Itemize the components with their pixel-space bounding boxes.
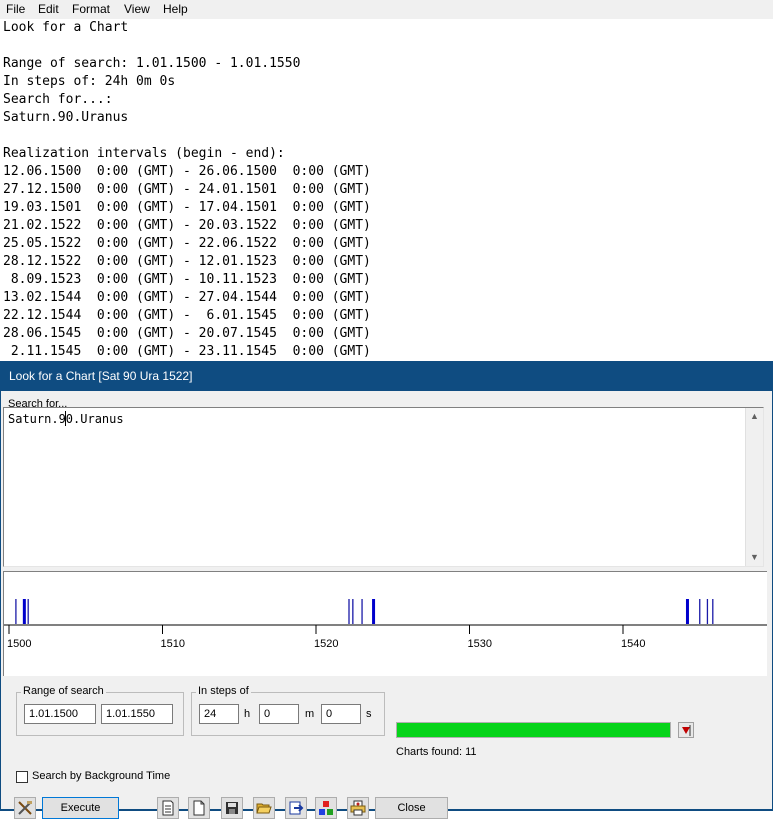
report-steps: In steps of: 24h 0m 0s: [3, 74, 176, 89]
background-time-label[interactable]: Search by Background Time: [32, 770, 170, 782]
timeline-tick-label: 1500: [7, 638, 31, 650]
timeline-tick-label: 1540: [621, 638, 645, 650]
search-progress-bar: [396, 722, 671, 738]
menu-bar: File Edit Format View Help: [0, 0, 773, 19]
report-interval: 2.11.1545 0:00 (GMT) - 23.11.1545 0:00 (…: [3, 344, 371, 359]
range-to-input[interactable]: 1.01.1550: [101, 704, 173, 724]
report-interval: 13.02.1544 0:00 (GMT) - 27.04.1544 0:00 …: [3, 290, 371, 305]
new-document-button[interactable]: [188, 797, 210, 819]
report-interval: 28.06.1545 0:00 (GMT) - 20.07.1545 0:00 …: [3, 326, 371, 341]
menu-view[interactable]: View: [124, 2, 150, 16]
range-from-input[interactable]: 1.01.1500: [24, 704, 96, 724]
dialog-title: Look for a Chart [Sat 90 Ura 1522]: [9, 369, 193, 383]
color-button[interactable]: [315, 797, 337, 819]
report-interval: 25.05.1522 0:00 (GMT) - 22.06.1522 0:00 …: [3, 236, 371, 251]
save-icon: [226, 802, 238, 814]
report-interval: 21.02.1522 0:00 (GMT) - 20.03.1522 0:00 …: [3, 218, 371, 233]
report-title: Look for a Chart: [3, 20, 129, 35]
progress-dropdown-button[interactable]: [678, 722, 694, 738]
report-intervals-header: Realization intervals (begin - end):: [3, 146, 285, 161]
timeline-chart: 1500 1510 1520 1530 1540: [3, 571, 767, 676]
report-interval: 19.03.1501 0:00 (GMT) - 17.04.1501 0:00 …: [3, 200, 371, 215]
close-button[interactable]: Close: [375, 797, 448, 819]
menu-file[interactable]: File: [6, 2, 25, 16]
menu-format[interactable]: Format: [72, 2, 110, 16]
report-range: Range of search: 1.01.1500 - 1.01.1550: [3, 56, 301, 71]
open-folder-button[interactable]: [253, 797, 275, 819]
minutes-unit: m: [305, 708, 315, 720]
look-for-chart-dialog: Look for a Chart [Sat 90 Ura 1522] Searc…: [0, 361, 773, 819]
report-button[interactable]: [157, 797, 179, 819]
export-button[interactable]: [285, 797, 307, 819]
hours-unit: h: [244, 708, 251, 720]
tools-button[interactable]: [14, 797, 36, 819]
print-icon: [350, 800, 366, 816]
text-caret: [65, 411, 66, 426]
background-time-checkbox[interactable]: [16, 771, 28, 783]
print-button[interactable]: [347, 797, 369, 819]
report-search-expr: Saturn.90.Uranus: [3, 110, 129, 125]
execute-button[interactable]: Execute: [42, 797, 119, 819]
seconds-unit: s: [366, 708, 372, 720]
report-interval: 8.09.1523 0:00 (GMT) - 10.11.1523 0:00 (…: [3, 272, 371, 287]
scroll-down-icon[interactable]: ▼: [746, 549, 763, 566]
steps-minutes-input[interactable]: 0: [259, 704, 299, 724]
dialog-title-bar[interactable]: Look for a Chart [Sat 90 Ura 1522]: [0, 361, 773, 391]
steps-hours-input[interactable]: 24: [199, 704, 239, 724]
report-search-for: Search for...:: [3, 92, 113, 107]
dialog-client: Search for... Saturn.90.Uranus ▲ ▼ 15001…: [1, 391, 772, 819]
report-text-area[interactable]: Look for a Chart Range of search: 1.01.1…: [3, 19, 773, 361]
menu-help[interactable]: Help: [163, 2, 188, 16]
timeline-tick-label: 1510: [161, 638, 185, 650]
search-expression-input[interactable]: Saturn.90.Uranus ▲ ▼: [3, 407, 764, 567]
color-icon: [319, 801, 333, 815]
range-group-label: Range of search: [21, 685, 106, 697]
export-icon: [289, 801, 304, 815]
menu-edit[interactable]: Edit: [38, 2, 59, 16]
report-interval: 27.12.1500 0:00 (GMT) - 24.01.1501 0:00 …: [3, 182, 371, 197]
charts-found-label: Charts found: 11: [396, 746, 477, 758]
save-button[interactable]: [221, 797, 243, 819]
timeline-tick-label: 1520: [314, 638, 338, 650]
scroll-up-icon[interactable]: ▲: [746, 408, 763, 425]
open-folder-icon: [256, 803, 272, 814]
search-scrollbar[interactable]: ▲ ▼: [745, 408, 763, 566]
flag-arrow-icon: [682, 725, 691, 736]
timeline-tick-label: 1530: [468, 638, 492, 650]
steps-group-label: In steps of: [196, 685, 251, 697]
report-interval: 22.12.1544 0:00 (GMT) - 6.01.1545 0:00 (…: [3, 308, 371, 323]
report-interval: 12.06.1500 0:00 (GMT) - 26.06.1500 0:00 …: [3, 164, 371, 179]
report-icon: [162, 800, 174, 816]
tools-icon: [18, 801, 32, 815]
report-interval: 28.12.1522 0:00 (GMT) - 12.01.1523 0:00 …: [3, 254, 371, 269]
timeline-svg: 1500 1510 1520 1530 1540: [4, 599, 767, 650]
new-document-icon: [193, 800, 205, 816]
steps-seconds-input[interactable]: 0: [321, 704, 361, 724]
